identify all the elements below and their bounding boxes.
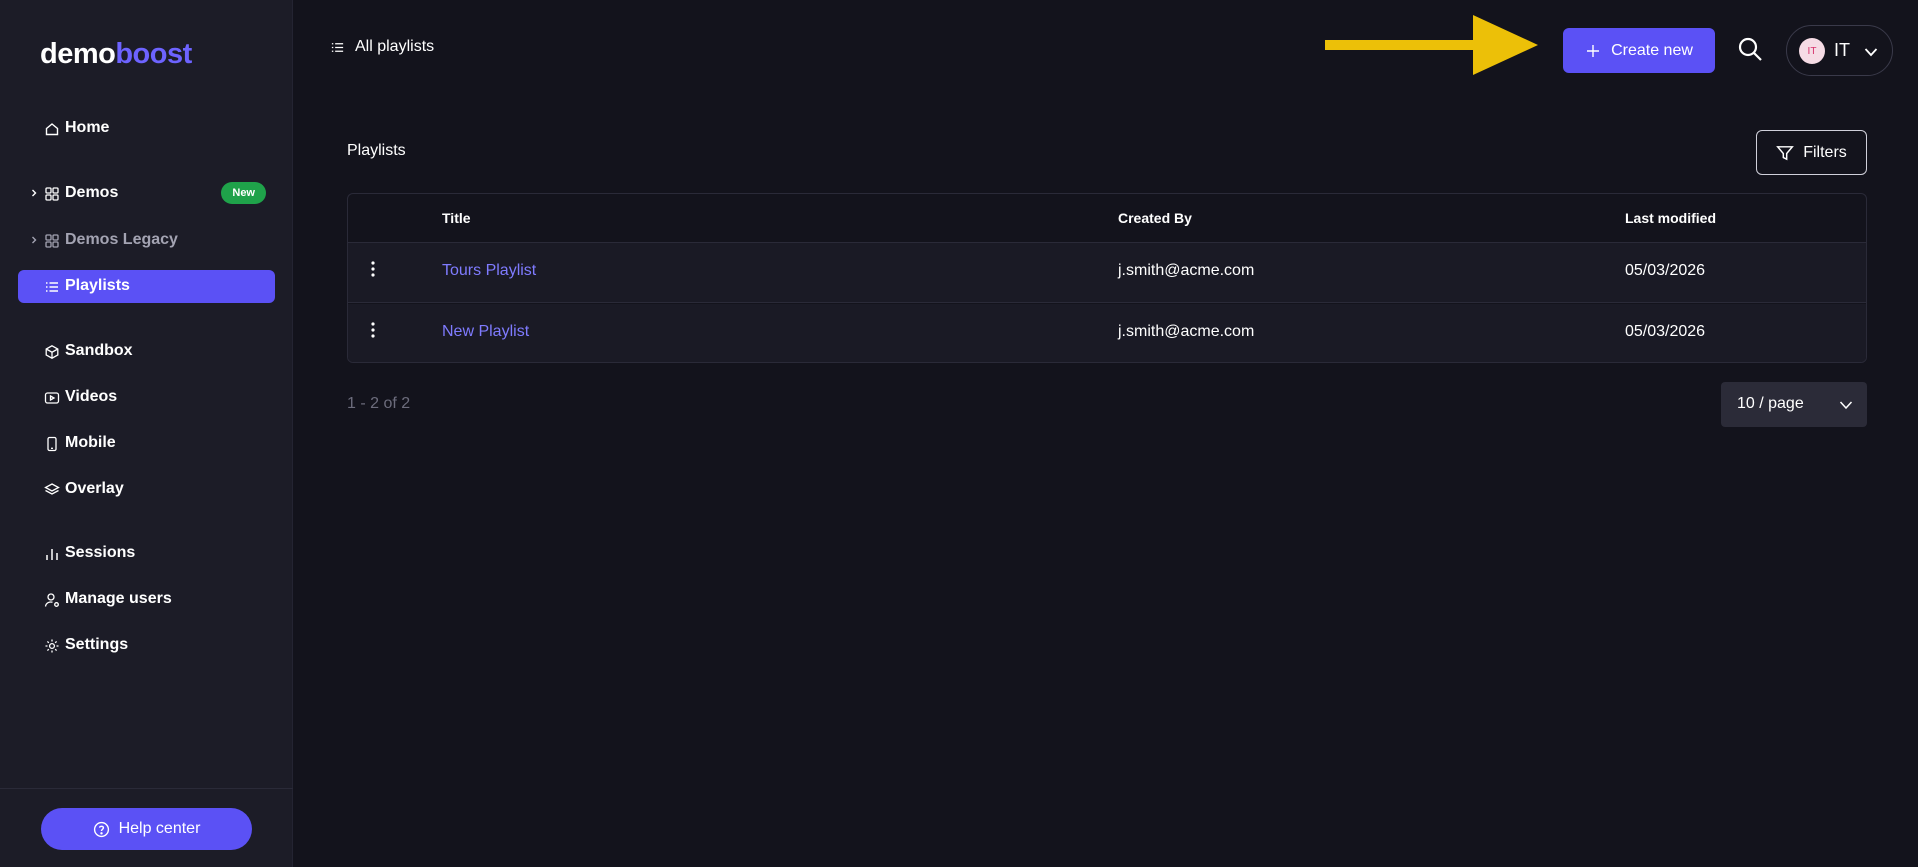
column-header-last-modified[interactable]: Last modified [1625, 210, 1716, 226]
filter-icon [1776, 145, 1795, 160]
user-label: IT [1834, 40, 1850, 60]
chevron-down-icon [1839, 401, 1853, 410]
sidebar-item-videos[interactable]: Videos [18, 381, 275, 414]
more-vertical-icon[interactable] [365, 321, 381, 343]
list-icon [46, 282, 58, 292]
help-circle-icon [93, 821, 109, 837]
created-by-cell: j.smith@acme.com [1118, 262, 1255, 279]
breadcrumb-label: All playlists [355, 38, 435, 55]
page-size-value: 10 / page [1737, 395, 1804, 412]
sidebar-item-label: Home [65, 119, 110, 136]
chevron-down-icon [1864, 48, 1878, 57]
sidebar-item-label: Demos Legacy [65, 231, 178, 248]
new-badge: New [221, 182, 266, 204]
column-header-created-by[interactable]: Created By [1118, 210, 1192, 226]
chevron-right-icon[interactable] [28, 234, 40, 246]
gear-icon [45, 639, 59, 653]
sidebar-item-label: Demos [65, 184, 119, 201]
chevron-right-icon[interactable] [28, 187, 40, 199]
sidebar-item-label: Playlists [65, 277, 130, 294]
user-menu[interactable]: IT IT [1786, 25, 1893, 76]
playlist-title-link[interactable]: Tours Playlist [442, 262, 536, 280]
sidebar-item-label: Settings [65, 636, 129, 653]
sidebar-divider [0, 788, 293, 789]
sidebar-item-home[interactable]: Home [18, 112, 275, 145]
table-header: Title Created By Last modified [348, 194, 1866, 243]
more-vertical-icon[interactable] [365, 260, 381, 282]
sidebar-item-label: Overlay [65, 480, 124, 497]
sidebar-item-overlay[interactable]: Overlay [18, 473, 275, 506]
sidebar-item-label: Mobile [65, 434, 116, 451]
sidebar-item-demos-legacy[interactable]: Demos Legacy [18, 224, 275, 257]
playlists-table: Title Created By Last modified Tours Pla… [347, 193, 1867, 363]
filters-label: Filters [1803, 143, 1847, 161]
last-modified-cell: 05/03/2026 [1625, 262, 1706, 279]
help-center-label: Help center [118, 820, 201, 837]
logo-text-part2: boost [115, 38, 192, 70]
breadcrumb[interactable]: All playlists [330, 38, 434, 56]
sidebar-item-playlists[interactable]: Playlists [18, 270, 275, 303]
sidebar-item-mobile[interactable]: Mobile [18, 427, 275, 460]
pagination-info: 1 - 2 of 2 [347, 395, 411, 412]
sidebar-item-sessions[interactable]: Sessions [18, 537, 275, 570]
column-header-title[interactable]: Title [442, 210, 471, 226]
sidebar-item-settings[interactable]: Settings [18, 629, 275, 662]
user-gear-icon [44, 593, 59, 607]
video-icon [44, 392, 60, 404]
created-by-cell: j.smith@acme.com [1118, 323, 1255, 340]
search-icon[interactable] [1737, 36, 1763, 62]
last-modified-cell: 05/03/2026 [1625, 323, 1706, 340]
cube-icon [45, 345, 59, 359]
list-icon [331, 42, 344, 52]
table-row[interactable]: Tours Playlist j.smith@acme.com 05/03/20… [348, 243, 1866, 303]
playlist-title-link[interactable]: New Playlist [442, 323, 529, 341]
sidebar-item-sandbox[interactable]: Sandbox [18, 335, 275, 368]
sidebar-item-label: Sandbox [65, 342, 133, 359]
sidebar-item-demos[interactable]: Demos New [18, 177, 275, 210]
table-row[interactable]: New Playlist j.smith@acme.com 05/03/2026 [348, 304, 1866, 362]
logo-text-part1: demo [40, 38, 116, 70]
grid-icon [45, 187, 59, 201]
sidebar-item-manage-users[interactable]: Manage users [18, 583, 275, 616]
page-size-select[interactable]: 10 / page [1721, 382, 1867, 427]
filters-button[interactable]: Filters [1756, 130, 1867, 175]
logo[interactable]: demoboost [40, 38, 192, 71]
plus-icon [1587, 44, 1600, 57]
grid-icon [45, 234, 59, 248]
home-icon [45, 123, 59, 136]
sidebar-item-label: Manage users [65, 590, 172, 607]
help-center-button[interactable]: Help center [41, 808, 252, 850]
layers-icon [44, 483, 60, 495]
avatar: IT [1799, 38, 1825, 64]
bar-chart-icon [46, 549, 58, 560]
sidebar: demoboost Home Demos New Demos Legacy Pl… [0, 0, 293, 867]
sidebar-item-label: Sessions [65, 544, 136, 561]
create-new-label: Create new [1611, 41, 1693, 59]
annotation-arrow [1325, 15, 1538, 75]
sidebar-item-label: Videos [65, 388, 118, 405]
mobile-icon [47, 436, 57, 452]
page-title: Playlists [347, 142, 406, 159]
create-new-button[interactable]: Create new [1563, 28, 1715, 73]
